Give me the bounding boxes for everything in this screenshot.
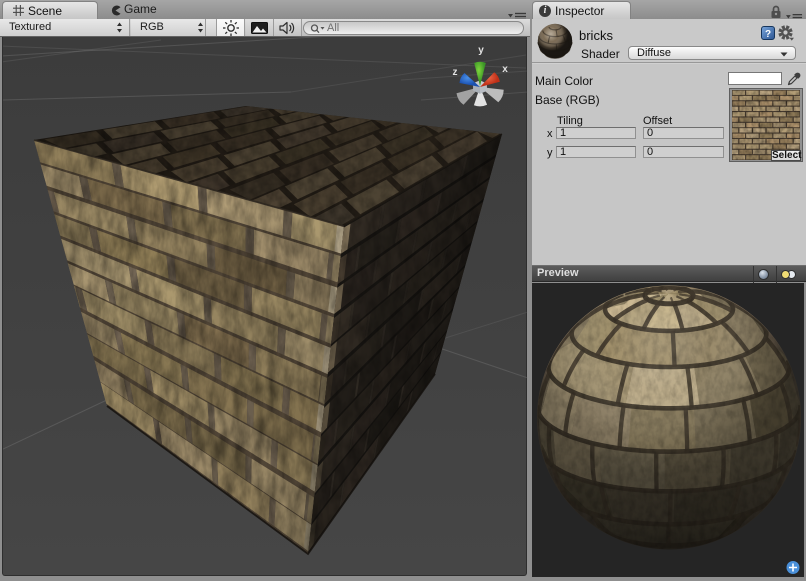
svg-text:?: ? [765, 29, 771, 40]
